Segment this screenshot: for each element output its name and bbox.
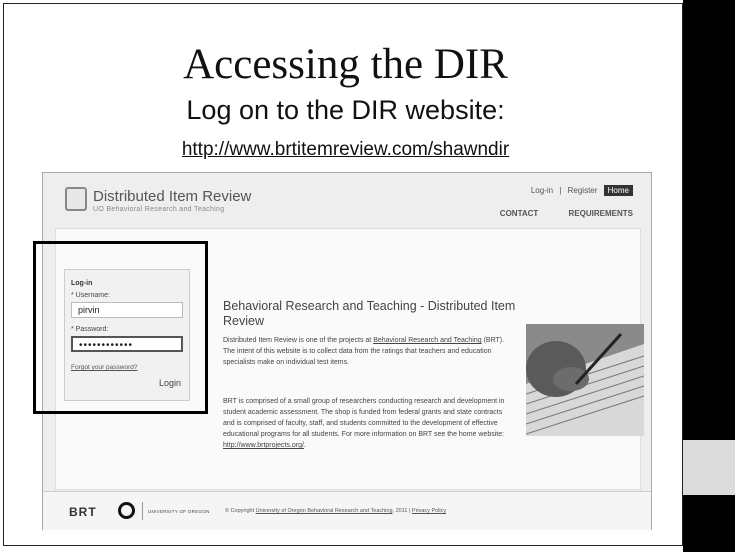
slide-url-link[interactable]: http://www.brtitemreview.com/shawndir (4, 138, 687, 162)
main-nav: CONTACT REQUIREMENTS (472, 209, 633, 218)
top-link-separator: | (559, 186, 562, 195)
slide-title: Accessing the DIR (183, 41, 508, 88)
about-text: BRT is comprised of a small group of res… (223, 398, 505, 438)
login-link[interactable]: Log-in (531, 186, 553, 195)
uo-logo-icon (118, 502, 135, 519)
slide-subtitle: Log on to the DIR website: (186, 95, 505, 125)
copyright-text: © Copyright (225, 508, 256, 514)
site-footer: BRT UNIVERSITY OF OREGON © Copyright Uni… (43, 491, 651, 530)
home-link[interactable]: Home (603, 185, 633, 196)
footer-copyright: © Copyright University of Oregon Behavio… (225, 508, 446, 514)
site-name: Distributed Item Review (93, 188, 252, 205)
slide: Accessing the DIR Log on to the DIR webs… (0, 0, 735, 552)
uo-wordmark: UNIVERSITY OF OREGON (148, 509, 210, 514)
brt-logo: BRT (69, 505, 97, 519)
site-logo-icon (65, 187, 87, 211)
about-paragraph: BRT is comprised of a small group of res… (223, 396, 513, 451)
slide-frame: Accessing the DIR Log on to the DIR webs… (3, 3, 683, 546)
nav-contact[interactable]: CONTACT (500, 209, 539, 218)
content-heading: Behavioral Research and Teaching - Distr… (223, 299, 516, 328)
right-edge-bar-bottom (683, 495, 735, 552)
privacy-policy-link[interactable]: Privacy Policy (412, 508, 446, 514)
about-text-end: . (303, 442, 306, 449)
top-links: Log-in | Register Home (527, 185, 633, 196)
brt-link[interactable]: Behavioral Research and Teaching (373, 337, 481, 344)
copyright-year: , 2011 | (392, 508, 412, 514)
hand-writing-photo (526, 324, 644, 436)
register-link[interactable]: Register (568, 186, 598, 195)
right-edge-bar-top (683, 0, 735, 440)
brtprojects-link[interactable]: http://www.brtprojects.org/ (223, 442, 304, 449)
site-subtitle: UO Behavioral Research and Teaching (93, 206, 225, 213)
website-screenshot: Distributed Item Review UO Behavioral Re… (33, 172, 652, 530)
login-highlight-box (33, 241, 208, 414)
footer-divider (142, 502, 143, 520)
right-edge-bar-middle (683, 440, 735, 495)
nav-requirements[interactable]: REQUIREMENTS (569, 209, 633, 218)
intro-paragraph: Distributed Item Review is one of the pr… (223, 335, 513, 368)
intro-text-a: Distributed Item Review is one of the pr… (223, 337, 374, 344)
uo-brt-link[interactable]: University of Oregon Behavioral Research… (256, 508, 393, 514)
